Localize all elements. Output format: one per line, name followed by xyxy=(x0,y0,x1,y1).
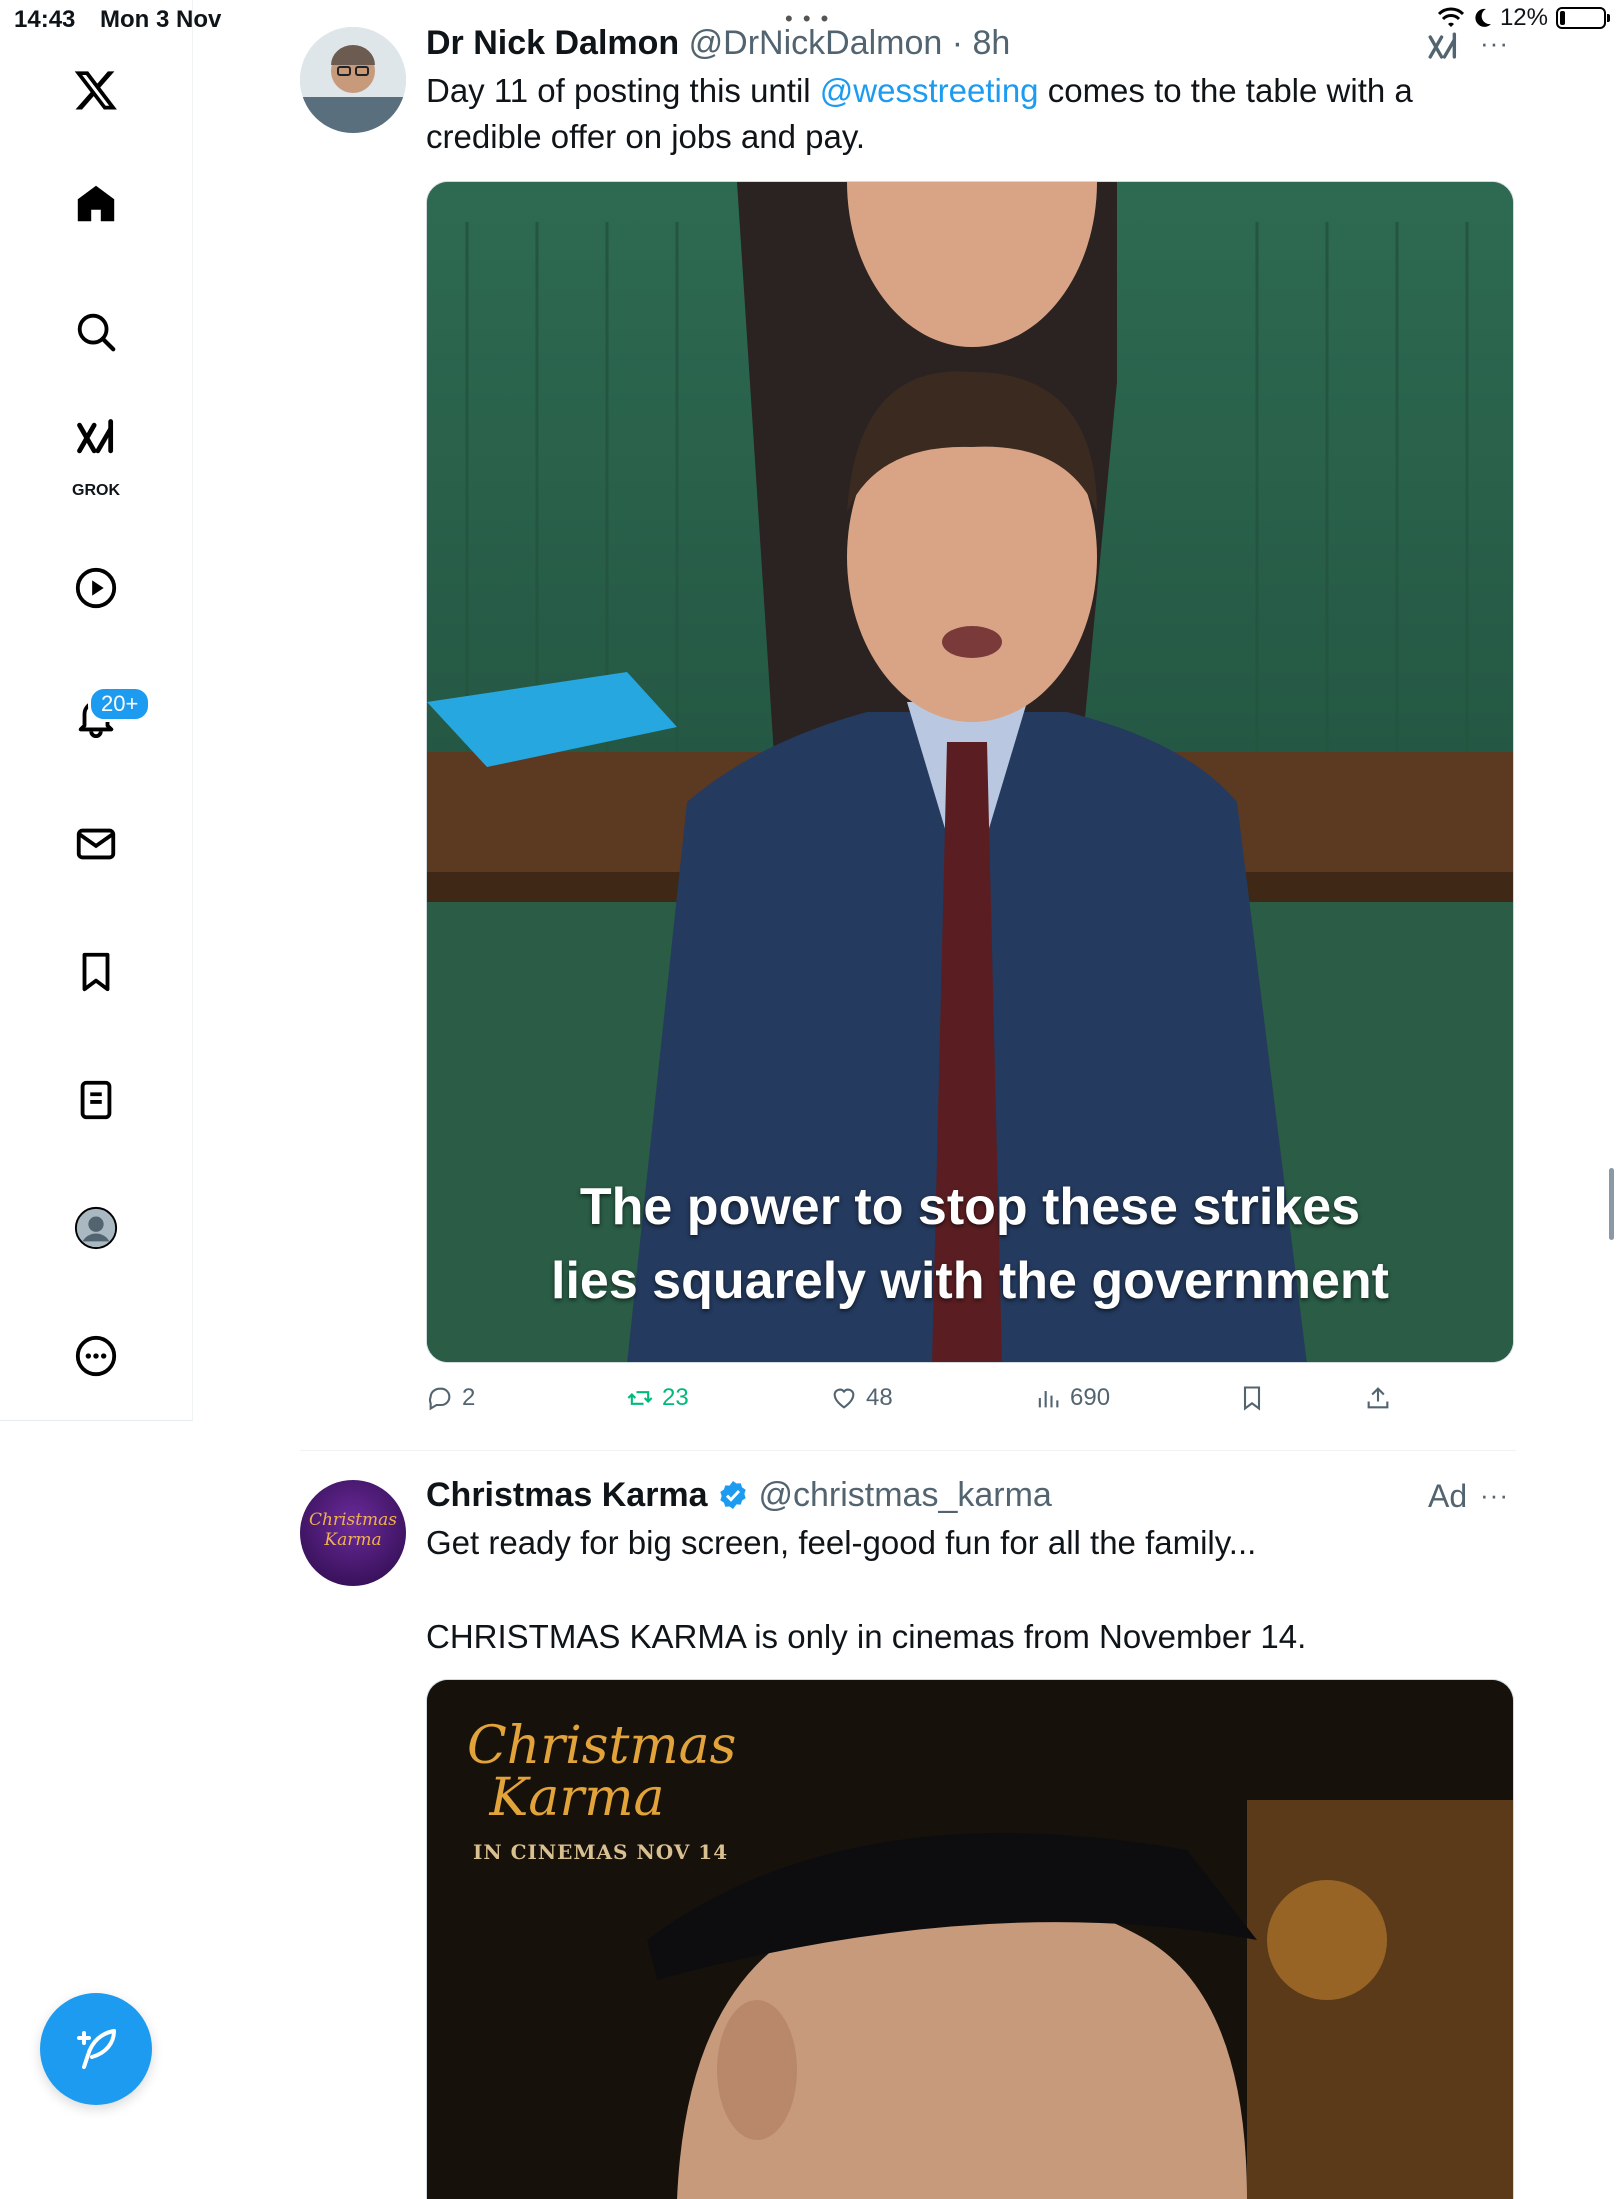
repost-icon xyxy=(627,1391,653,1405)
scroll-indicator[interactable] xyxy=(1609,1168,1614,1240)
grok-label: GROK xyxy=(72,482,120,499)
ad-video[interactable]: Christmas Karma IN CINEMAS NOV 14 xyxy=(426,1679,1514,2199)
author-handle[interactable]: @DrNickDalmon xyxy=(689,24,943,62)
profile-avatar-icon[interactable] xyxy=(56,1188,136,1268)
poster-title-line1: Christmas xyxy=(467,1716,737,1776)
views-button[interactable]: 690 xyxy=(1034,1384,1110,1412)
author-avatar[interactable]: Christmas Karma xyxy=(300,1480,406,1586)
x-logo-icon[interactable] xyxy=(56,50,136,130)
author-name[interactable]: Christmas Karma xyxy=(426,1476,708,1514)
tweet-text-part1: Day 11 of posting this until xyxy=(426,72,820,109)
grok-analyze-icon[interactable] xyxy=(1426,30,1460,69)
reply-icon xyxy=(428,1387,451,1411)
grok-icon[interactable]: GROK xyxy=(56,416,136,506)
reply-button[interactable]: 2 xyxy=(426,1384,475,1412)
tweet-divider xyxy=(300,1450,1516,1451)
avatar-logo-line2: Karma xyxy=(324,1530,382,1550)
reply-count: 2 xyxy=(462,1384,476,1411)
separator-dot: · xyxy=(942,24,973,62)
poster-title: Christmas Karma xyxy=(467,1716,737,1828)
compose-feather-icon xyxy=(77,2029,116,2069)
notifications-badge: 20+ xyxy=(88,686,152,722)
bookmarks-icon[interactable] xyxy=(56,932,136,1012)
tweet-text: Day 11 of posting this until @wesstreeti… xyxy=(426,68,1516,160)
like-button[interactable]: 48 xyxy=(830,1384,893,1412)
lists-icon[interactable] xyxy=(56,1060,136,1140)
compose-post-button[interactable] xyxy=(40,1993,152,2105)
tweet-more-icon[interactable]: ··· xyxy=(1480,1480,1509,1511)
repost-button[interactable]: 23 xyxy=(626,1384,689,1412)
share-icon xyxy=(1367,1387,1389,1409)
home-icon[interactable] xyxy=(56,164,136,244)
tweet-more-icon[interactable]: ··· xyxy=(1480,28,1509,59)
tweet-header: Dr Nick Dalmon @DrNickDalmon · 8h xyxy=(426,24,1010,63)
poster-title-line2: Karma xyxy=(489,1768,665,1828)
avatar-portrait-icon xyxy=(300,27,406,133)
tweet-header: Christmas Karma @christmas_karma xyxy=(426,1476,1052,1515)
avatar-logo: Christmas Karma xyxy=(300,1510,406,1550)
author-handle[interactable]: @christmas_karma xyxy=(758,1476,1051,1514)
tweet-text-line1: Get ready for big screen, feel-good fun … xyxy=(426,1524,1257,1561)
tweet-dr-nick-dalmon[interactable]: Dr Nick Dalmon @DrNickDalmon · 8h ··· Da… xyxy=(300,24,1516,1434)
tweet-text-line2: CHRISTMAS KARMA is only in cinemas from … xyxy=(426,1618,1307,1655)
heart-icon xyxy=(833,1388,855,1409)
search-icon[interactable] xyxy=(56,292,136,372)
battery-level xyxy=(1560,11,1565,25)
poster-subtitle: IN CINEMAS NOV 14 xyxy=(473,1840,729,1864)
ad-label: Ad xyxy=(1428,1478,1468,1514)
battery-icon xyxy=(1556,7,1610,29)
bookmark-button[interactable] xyxy=(1238,1384,1266,1412)
like-count: 48 xyxy=(866,1384,893,1411)
verified-badge-icon xyxy=(720,1481,746,1509)
tweet-christmas-karma-ad[interactable]: Christmas Karma Christmas Karma @christm… xyxy=(300,1476,1516,2199)
tweet-time[interactable]: 8h xyxy=(973,24,1011,62)
views-chart-icon xyxy=(1038,1391,1059,1408)
video-caption-line1: The power to stop these strikes xyxy=(579,1178,1361,1236)
views-count: 690 xyxy=(1070,1384,1111,1411)
video-caption-line2: lies squarely with the government xyxy=(551,1252,1389,1310)
bookmark-icon xyxy=(1243,1386,1261,1411)
messages-envelope-icon[interactable] xyxy=(56,804,136,884)
video-play-icon[interactable] xyxy=(56,548,136,628)
author-avatar[interactable] xyxy=(300,27,406,133)
share-button[interactable] xyxy=(1364,1384,1392,1412)
author-name[interactable]: Dr Nick Dalmon xyxy=(426,24,679,62)
tweet-actions: 2 23 48 690 xyxy=(426,1384,1514,1434)
more-options-icon[interactable] xyxy=(56,1316,136,1396)
avatar-logo-line1: Christmas xyxy=(308,1510,398,1530)
repost-count: 23 xyxy=(662,1384,689,1411)
tweet-video[interactable]: The power to stop these strikes lies squ… xyxy=(426,181,1514,1363)
sidebar: GROK 20+ xyxy=(0,0,193,1421)
mention-link[interactable]: @wesstreeting xyxy=(820,72,1039,109)
